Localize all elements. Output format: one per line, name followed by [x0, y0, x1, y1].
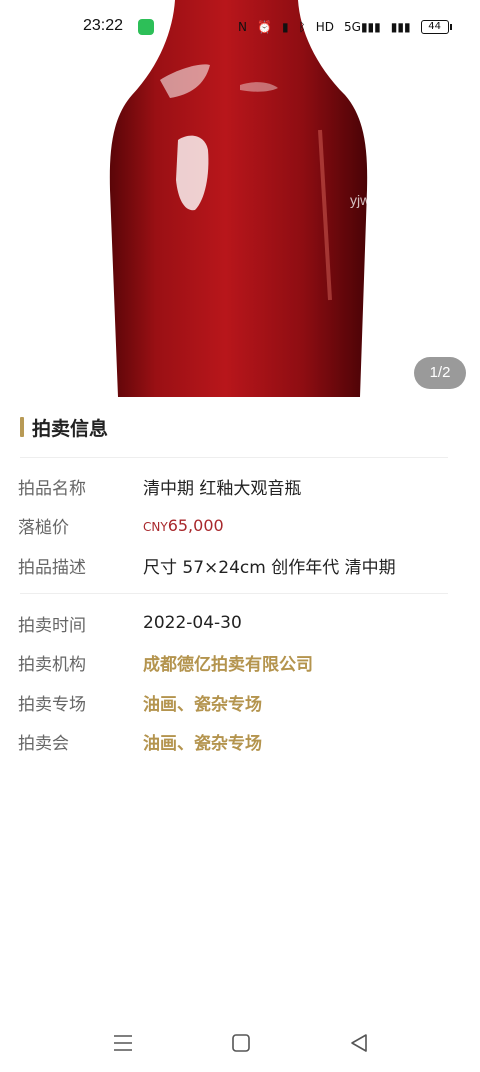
status-bar: 23:22 N ⏰ ▮ ᛒ HD 5G▮▮▮ ▮▮▮ 44: [0, 0, 480, 56]
bluetooth-icon: ᛒ: [298, 20, 306, 34]
auction-session-label: 拍卖专场: [18, 694, 86, 715]
back-icon[interactable]: [347, 1032, 371, 1054]
menu-icon[interactable]: [111, 1032, 135, 1054]
description-label: 拍品描述: [18, 557, 86, 578]
auction-date-label: 拍卖时间: [18, 615, 86, 636]
price-value: CNY65,000: [143, 516, 224, 535]
price-amount: 65,000: [167, 515, 224, 535]
row-auction-date: 拍卖时间 2022-04-30: [18, 609, 458, 637]
phone-call-icon: [138, 19, 154, 35]
system-nav-bar: [0, 1022, 480, 1062]
hd-icon: HD: [315, 20, 335, 34]
row-auction-house[interactable]: 拍卖机构 成都德亿拍卖有限公司: [18, 648, 458, 676]
price-label: 落槌价: [18, 517, 69, 538]
battery-icon: 44: [420, 20, 452, 34]
section-accent-bar: [20, 417, 24, 437]
price-currency: CNY: [143, 519, 168, 534]
row-auction-session[interactable]: 拍卖专场 油画、瓷杂专场: [18, 688, 458, 716]
auction-house-link[interactable]: 成都德亿拍卖有限公司: [143, 650, 313, 675]
nfc-icon: N: [238, 20, 247, 34]
status-icons: N ⏰ ▮ ᛒ HD 5G▮▮▮ ▮▮▮ 44: [238, 17, 452, 37]
image-counter: 1/2: [414, 357, 466, 389]
auction-session-link[interactable]: 油画、瓷杂专场: [143, 690, 262, 715]
product-image[interactable]: yjwh.shop 1/2: [0, 0, 480, 397]
item-name-label: 拍品名称: [18, 478, 86, 499]
signal-5g-icon: ▮▮▮: [390, 20, 411, 34]
section-title: 拍卖信息: [32, 417, 109, 440]
auction-label: 拍卖会: [18, 733, 69, 754]
auction-house-label: 拍卖机构: [18, 654, 86, 675]
watermark-text: yjwh.shop: [350, 192, 413, 208]
auction-link[interactable]: 油画、瓷杂专场: [143, 729, 262, 754]
alarm-icon: ⏰: [256, 20, 272, 34]
description-value: 尺寸 57×24cm 创作年代 清中期: [143, 557, 396, 578]
signal-5g-icon: 5G▮▮▮: [344, 20, 381, 34]
home-icon[interactable]: [229, 1032, 253, 1054]
divider: [20, 457, 448, 458]
section-heading: 拍卖信息: [20, 415, 109, 440]
row-auction[interactable]: 拍卖会 油画、瓷杂专场: [18, 727, 458, 755]
status-time: 23:22: [83, 17, 124, 34]
network-label: 5G: [344, 20, 361, 34]
vibrate-icon: ▮: [281, 20, 289, 34]
row-description: 拍品描述 尺寸 57×24cm 创作年代 清中期: [18, 551, 458, 579]
row-price: 落槌价 CNY65,000: [18, 511, 458, 539]
row-item-name: 拍品名称 清中期 红釉大观音瓶: [18, 472, 458, 500]
auction-date-value: 2022-04-30: [143, 613, 242, 633]
divider: [20, 593, 448, 594]
item-name-value: 清中期 红釉大观音瓶: [143, 478, 302, 499]
